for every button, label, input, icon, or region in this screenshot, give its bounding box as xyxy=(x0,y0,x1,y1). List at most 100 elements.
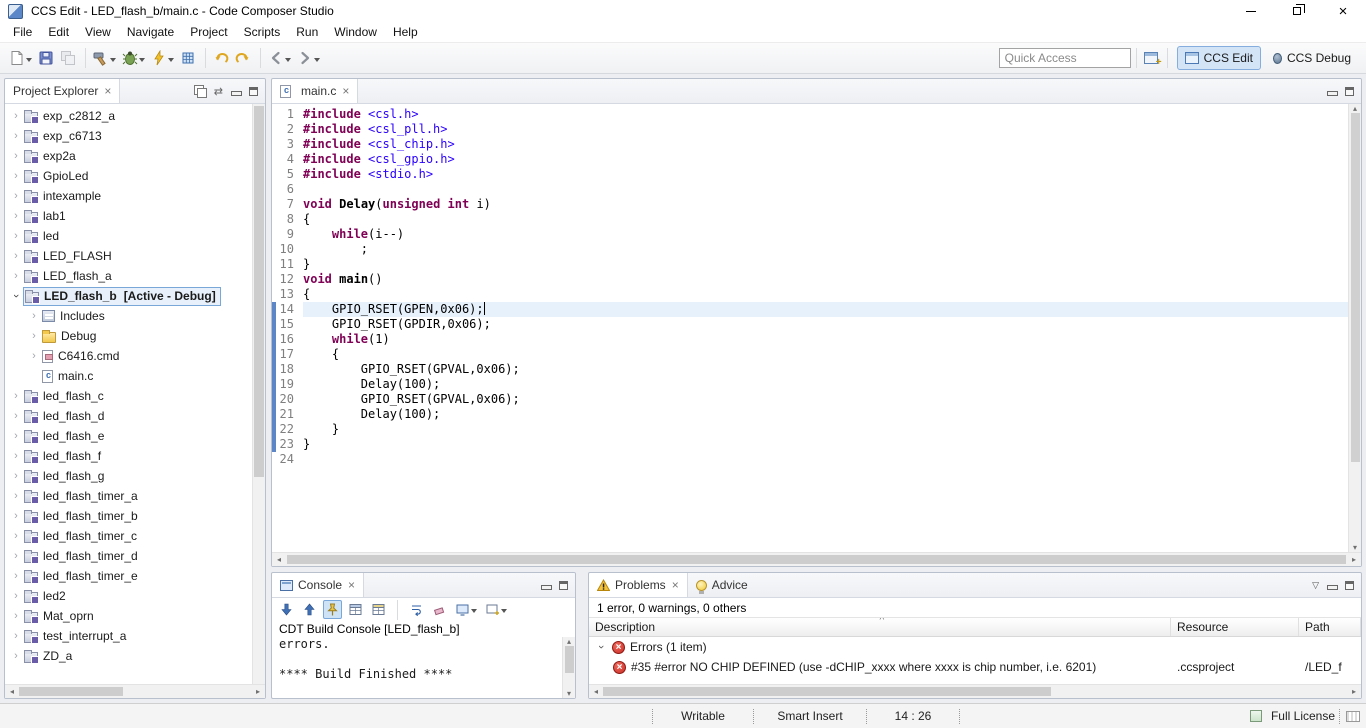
tree-item-mat-oprn[interactable]: › Mat_oprn xyxy=(5,606,265,626)
show-console-stderr-button[interactable] xyxy=(369,600,388,619)
pin-console-button[interactable] xyxy=(323,600,342,619)
minimize-view-icon[interactable] xyxy=(1327,87,1338,96)
code-line-18[interactable]: 18 GPIO_RSET(GPVAL,0x06); xyxy=(272,362,1348,377)
console-vertical-scrollbar[interactable]: ▴ ▾ xyxy=(562,637,575,698)
open-perspective-button[interactable] xyxy=(1142,46,1162,70)
progress-trim-icon[interactable] xyxy=(1346,710,1360,722)
close-view-icon[interactable]: × xyxy=(672,578,679,592)
code-line-12[interactable]: 12 void main() xyxy=(272,272,1348,287)
scroll-left-icon[interactable]: ◂ xyxy=(272,555,286,564)
show-console-stdout-button[interactable] xyxy=(346,600,365,619)
scrollbar-thumb[interactable] xyxy=(564,646,574,674)
menu-project[interactable]: Project xyxy=(182,23,235,41)
tree-item-led2[interactable]: › led2 xyxy=(5,586,265,606)
collapse-arrow-icon[interactable]: › xyxy=(595,641,607,653)
open-console-button[interactable] xyxy=(483,600,509,619)
expand-arrow-icon[interactable]: › xyxy=(27,330,41,342)
scroll-right-icon[interactable]: ▸ xyxy=(1347,555,1361,564)
expand-arrow-icon[interactable]: › xyxy=(9,190,23,202)
menu-navigate[interactable]: Navigate xyxy=(119,23,182,41)
scrollbar-thumb[interactable] xyxy=(287,555,1346,564)
flash-button[interactable] xyxy=(149,46,176,70)
tree-item-includes[interactable]: › Includes xyxy=(5,306,265,326)
expand-arrow-icon[interactable]: › xyxy=(9,490,23,502)
menu-file[interactable]: File xyxy=(5,23,40,41)
code-line-15[interactable]: 15 GPIO_RSET(GPDIR,0x06); xyxy=(272,317,1348,332)
console-output[interactable]: errors. **** Build Finished **** xyxy=(272,637,562,698)
tree-item-exp2a[interactable]: › exp2a xyxy=(5,146,265,166)
code-line-16[interactable]: 16 while(1) xyxy=(272,332,1348,347)
save-button[interactable] xyxy=(36,46,56,70)
code-line-10[interactable]: 10 ; xyxy=(272,242,1348,257)
tree-item-exp-c2812-a[interactable]: › exp_c2812_a xyxy=(5,106,265,126)
code-line-1[interactable]: 1 #include <csl.h> xyxy=(272,107,1348,122)
problems-group-row[interactable]: ›Errors (1 item) xyxy=(589,637,1361,657)
tree-item-led-flash-c[interactable]: › led_flash_c xyxy=(5,386,265,406)
tree-item-c6416-cmd[interactable]: › C6416.cmd xyxy=(5,346,265,366)
problems-horizontal-scrollbar[interactable]: ◂ ▸ xyxy=(589,684,1361,698)
scroll-right-icon[interactable]: ▸ xyxy=(251,687,265,696)
minimize-button[interactable] xyxy=(1228,0,1274,22)
minimize-view-icon[interactable] xyxy=(541,581,552,590)
code-line-9[interactable]: 9 while(i--) xyxy=(272,227,1348,242)
expand-arrow-icon[interactable]: › xyxy=(9,230,23,242)
close-tab-icon[interactable]: × xyxy=(342,84,349,98)
tree-item-led-flash-a[interactable]: › LED_flash_a xyxy=(5,266,265,286)
problems-column-path[interactable]: Path xyxy=(1299,618,1361,636)
scroll-up-icon[interactable]: ▴ xyxy=(1348,104,1362,113)
editor-vertical-scrollbar[interactable]: ▴ ▾ xyxy=(1348,104,1361,552)
problems-column-description[interactable]: Description ^ xyxy=(589,618,1171,636)
new-button[interactable] xyxy=(7,46,34,70)
scroll-up-icon[interactable]: ▴ xyxy=(562,637,576,646)
tree-item-led-flash-g[interactable]: › led_flash_g xyxy=(5,466,265,486)
expand-arrow-icon[interactable]: › xyxy=(9,590,23,602)
code-line-19[interactable]: 19 Delay(100); xyxy=(272,377,1348,392)
explorer-vertical-scrollbar[interactable] xyxy=(252,104,265,684)
tree-item-gpioled[interactable]: › GpioLed xyxy=(5,166,265,186)
tree-item-debug[interactable]: › Debug xyxy=(5,326,265,346)
display-selected-console-button[interactable] xyxy=(453,600,479,619)
code-line-8[interactable]: 8{ xyxy=(272,212,1348,227)
scrollbar-thumb[interactable] xyxy=(1350,113,1360,463)
code-line-7[interactable]: 7 void Delay(unsigned int i) xyxy=(272,197,1348,212)
expand-arrow-icon[interactable]: › xyxy=(9,470,23,482)
expand-arrow-icon[interactable]: › xyxy=(9,170,23,182)
link-with-editor-icon[interactable]: ⇄ xyxy=(214,85,223,98)
code-line-3[interactable]: 3 #include <csl_chip.h> xyxy=(272,137,1348,152)
expand-arrow-icon[interactable]: › xyxy=(9,210,23,222)
scroll-left-icon[interactable]: ◂ xyxy=(5,687,19,696)
tree-item-led-flash-b[interactable]: › LED_flash_b [Active - Debug] xyxy=(5,286,265,306)
maximize-view-icon[interactable] xyxy=(249,86,258,96)
menu-scripts[interactable]: Scripts xyxy=(236,23,289,41)
code-line-23[interactable]: 23} xyxy=(272,437,1348,452)
expand-arrow-icon[interactable]: › xyxy=(9,430,23,442)
expand-arrow-icon[interactable]: › xyxy=(9,270,23,282)
forward-button[interactable] xyxy=(295,46,322,70)
scroll-to-bottom-button[interactable] xyxy=(277,600,296,619)
menu-run[interactable]: Run xyxy=(288,23,326,41)
tab-problems[interactable]: Problems × xyxy=(589,573,688,597)
code-line-20[interactable]: 20 GPIO_RSET(GPVAL,0x06); xyxy=(272,392,1348,407)
save-all-button[interactable] xyxy=(58,46,78,70)
code-line-24[interactable]: 24 xyxy=(272,452,1348,467)
next-edit-location-button[interactable] xyxy=(233,46,253,70)
minimize-view-icon[interactable] xyxy=(1327,581,1338,590)
tree-item-led-flash-timer-b[interactable]: › led_flash_timer_b xyxy=(5,506,265,526)
close-view-icon[interactable]: × xyxy=(104,84,111,98)
expand-arrow-icon[interactable]: › xyxy=(27,310,41,322)
maximize-view-icon[interactable] xyxy=(559,580,568,590)
code-line-21[interactable]: 21 Delay(100); xyxy=(272,407,1348,422)
tree-item-lab1[interactable]: › lab1 xyxy=(5,206,265,226)
scrollbar-thumb[interactable] xyxy=(603,687,1051,696)
expand-arrow-icon[interactable]: › xyxy=(9,150,23,162)
code-line-2[interactable]: 2 #include <csl_pll.h> xyxy=(272,122,1348,137)
explorer-horizontal-scrollbar[interactable]: ◂ ▸ xyxy=(5,684,265,698)
tree-item-test-interrupt-a[interactable]: › test_interrupt_a xyxy=(5,626,265,646)
restore-button[interactable] xyxy=(1274,0,1320,22)
expand-arrow-icon[interactable]: › xyxy=(9,290,23,302)
menu-view[interactable]: View xyxy=(77,23,119,41)
tab-console[interactable]: Console × xyxy=(272,573,365,597)
expand-arrow-icon[interactable]: › xyxy=(9,110,23,122)
clear-console-button[interactable] xyxy=(430,600,449,619)
code-line-22[interactable]: 22 } xyxy=(272,422,1348,437)
